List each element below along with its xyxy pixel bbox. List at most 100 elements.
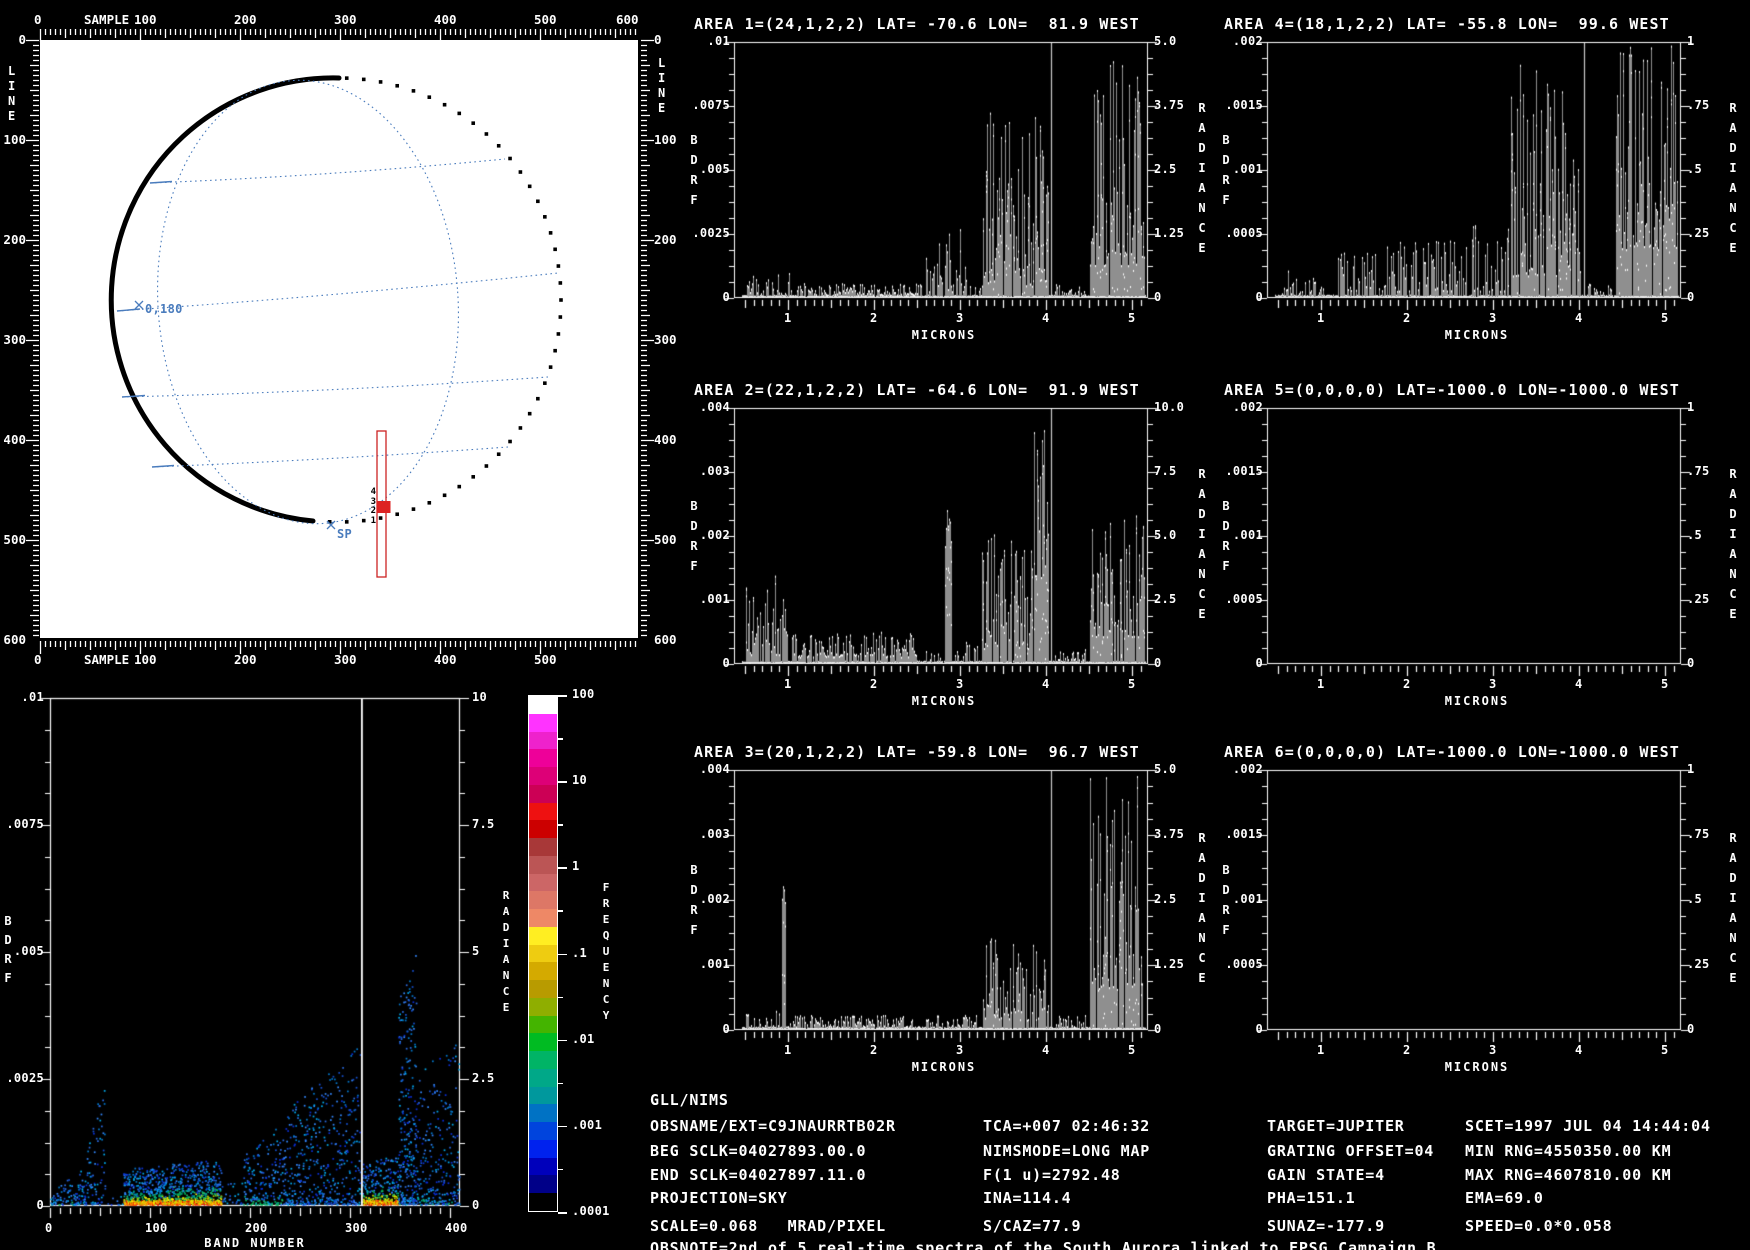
colorbar-minor-tick: [558, 996, 563, 999]
sample-axis-title: SAMPLE: [84, 12, 130, 27]
planet-limb-dot: [411, 89, 416, 93]
x-axis-tick: 4: [1042, 311, 1050, 325]
y-axis-tick-left: .005: [699, 162, 730, 176]
y-axis-tick-left: .01: [707, 34, 730, 48]
sample-axis-title: SAMPLE: [84, 652, 130, 667]
line-axis-tick: 100: [3, 132, 26, 147]
y-axis-tick-left: .002: [699, 892, 730, 906]
colorbar-minor-tick: [558, 1168, 563, 1171]
metadata-field: BEG SCLK=04027893.00.0: [650, 1142, 867, 1160]
current-area-marker: [376, 501, 391, 513]
y-axis-tick-left: 0: [722, 656, 730, 670]
y-axis-tick-right: .75: [1687, 464, 1710, 478]
sample-axis-tick: 500: [534, 12, 557, 27]
line-axis-title: L I N E: [8, 64, 16, 123]
hist-x-tick: 400: [445, 1221, 468, 1235]
x-axis-tick: 2: [870, 677, 878, 691]
nims-display-screen: 0,180 SP 4 3 2 1 0 0 100 100 200 200 300 300 400 400 50…: [0, 0, 1750, 1250]
y-axis-tick-left: 0: [1255, 656, 1263, 670]
colorbar-tick: [558, 1125, 567, 1128]
colorbar-segment: [529, 891, 557, 909]
planet-limb-dot: [442, 493, 447, 498]
y-axis-tick-right: 0: [1154, 290, 1162, 304]
planet-limb-dot: [496, 452, 501, 457]
line-axis-tick: 100: [654, 132, 677, 147]
y-axis-tick-left: .0005: [1225, 957, 1263, 971]
x-axis-title: MICRONS: [911, 1060, 977, 1074]
planet-limb-dot: [395, 83, 400, 88]
x-axis-tick: 2: [870, 1043, 878, 1057]
left-axis-title-bdrf: B D R F: [1222, 863, 1230, 937]
plot-title-area5: AREA 5=(0,0,0,0) LAT=-1000.0 LON=-1000.0…: [1224, 381, 1680, 399]
hist-y-tick-right: 7.5: [472, 817, 495, 831]
metadata-field: NIMSMODE=LONG MAP: [983, 1142, 1151, 1160]
planet-limb-dot: [442, 102, 447, 107]
planet-limb-dot: [508, 156, 512, 161]
colorbar-tick: [558, 1212, 567, 1214]
south-pole-label: SP: [337, 527, 353, 541]
y-axis-tick-right: 0: [1154, 656, 1162, 670]
y-axis-tick-right: 3.75: [1154, 98, 1185, 112]
x-axis-tick: 3: [1489, 1043, 1497, 1057]
metadata-field: OBSNAME/EXT=C9JNAURRTB02R: [650, 1117, 896, 1135]
colorbar-segment: [529, 1157, 557, 1176]
colorbar-segment: [529, 749, 557, 767]
metadata-field: S/CAZ=77.9: [983, 1217, 1082, 1235]
y-axis-tick-left: .004: [699, 762, 730, 776]
planet-limb-dot: [344, 76, 349, 80]
colorbar-segment: [529, 1193, 557, 1211]
planet-limb-dot: [558, 281, 563, 285]
x-axis-tick: 5: [1661, 1043, 1669, 1057]
planet-limb-dot: [457, 484, 462, 489]
colorbar-tick: [558, 781, 567, 783]
x-axis-tick: 2: [870, 311, 878, 325]
y-axis-tick-left: .003: [699, 464, 730, 478]
plot-title-area2: AREA 2=(22,1,2,2) LAT= -64.6 LON= 91.9 W…: [694, 381, 1140, 399]
x-axis-tick: 3: [956, 677, 964, 691]
colorbar-segment: [529, 944, 557, 963]
y-axis-tick-right: .25: [1687, 957, 1710, 971]
planet-limb-dot: [457, 111, 462, 116]
hist-x-tick: 300: [345, 1221, 368, 1235]
planet-limb-dot: [543, 381, 547, 385]
x-axis-tick: 1: [1317, 311, 1325, 325]
colorbar-segment: [529, 926, 557, 945]
hist-y-tick-left: 0: [36, 1198, 44, 1212]
y-axis-tick-left: .001: [1232, 528, 1263, 542]
plot-title-area1: AREA 1=(24,1,2,2) LAT= -70.6 LON= 81.9 W…: [694, 15, 1140, 33]
left-axis-title-bdrf: B D R F: [1222, 133, 1230, 207]
metadata-field: TCA=+007 02:46:32: [983, 1117, 1151, 1135]
spectrum-canvas-area3: [720, 766, 1162, 1050]
y-axis-tick-left: .0015: [1225, 464, 1263, 478]
x-axis-tick: 4: [1575, 677, 1583, 691]
metadata-field: PROJECTION=SKY: [650, 1189, 788, 1207]
plot-title-area4: AREA 4=(18,1,2,2) LAT= -55.8 LON= 99.6 W…: [1224, 15, 1670, 33]
line-axis-tick: 300: [3, 332, 26, 347]
y-axis-tick-right: 0: [1687, 1022, 1695, 1036]
planet-limb-dot: [559, 298, 563, 302]
metadata-field: SUNAZ=-177.9: [1267, 1217, 1385, 1235]
planet-limb-dot: [518, 426, 523, 430]
colorbar-segment: [529, 909, 557, 927]
y-axis-tick-right: 1.25: [1154, 957, 1185, 971]
hist-x-tick: 0: [45, 1221, 53, 1235]
y-axis-tick-left: 0: [722, 290, 730, 304]
left-axis-title-bdrf: B D R F: [690, 863, 698, 937]
spectrum-canvas-area1: [720, 38, 1162, 318]
colorbar-segment: [529, 1175, 557, 1193]
x-axis-tick: 3: [956, 311, 964, 325]
histogram-canvas: [30, 692, 482, 1230]
y-axis-tick-left: .002: [1232, 762, 1263, 776]
x-axis-tick: 5: [1661, 311, 1669, 325]
x-axis-title: MICRONS: [1444, 1060, 1510, 1074]
x-axis-title: MICRONS: [1444, 328, 1510, 342]
colorbar-minor-tick: [558, 910, 563, 912]
colorbar-tick: [558, 695, 567, 697]
metadata-field: INA=114.4: [983, 1189, 1072, 1207]
x-axis-tick: 4: [1575, 311, 1583, 325]
planet-limb-dot: [556, 264, 561, 268]
metadata-field: GRATING OFFSET=04: [1267, 1142, 1435, 1160]
y-axis-tick-right: 5.0: [1154, 762, 1177, 776]
hist-right-axis-title: R A D I A N C E: [502, 889, 510, 1014]
colorbar-tick-label: .0001: [572, 1204, 610, 1218]
